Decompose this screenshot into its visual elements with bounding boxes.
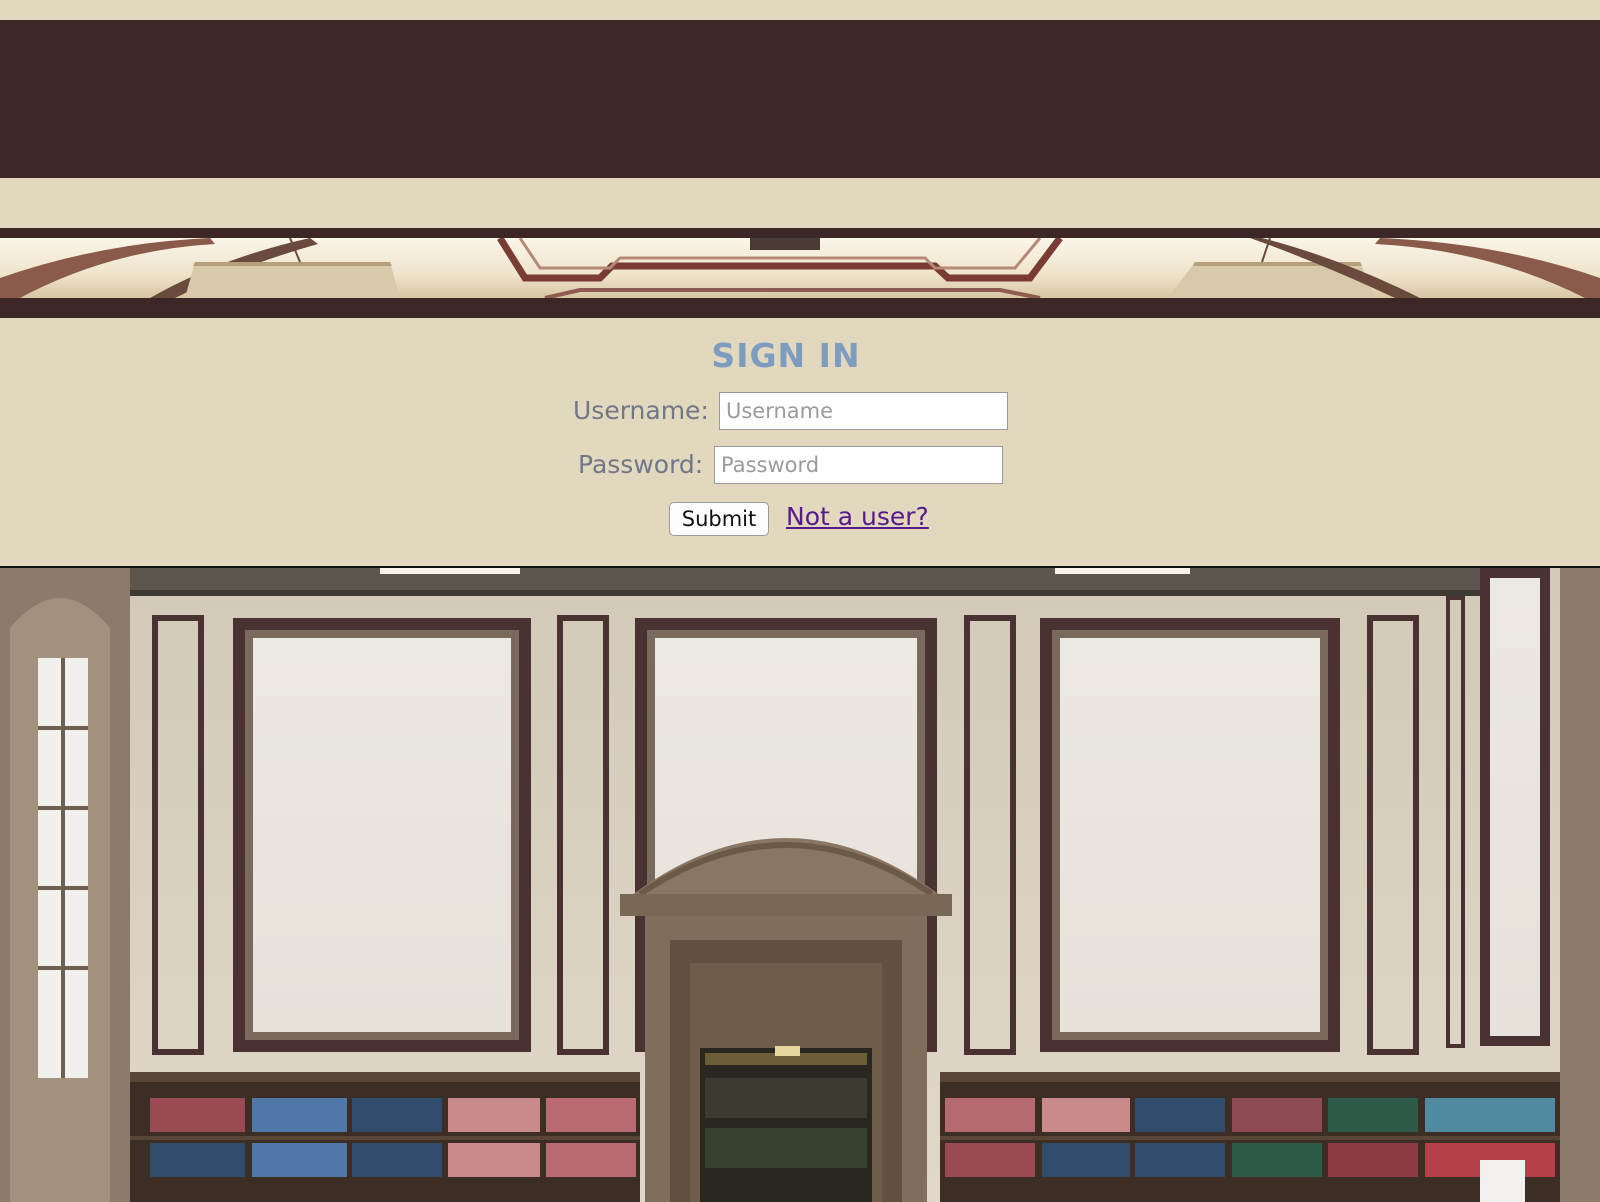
library-room-image — [0, 566, 1600, 1202]
password-label: Password: — [578, 450, 704, 479]
username-input[interactable] — [719, 392, 1008, 430]
signin-panel: SIGN IN Username: Password: Submit Not a… — [0, 318, 1600, 566]
register-link[interactable]: Not a user? — [786, 502, 929, 531]
signin-title: SIGN IN — [711, 336, 861, 375]
username-row: Username: — [0, 392, 1600, 432]
header-gap — [0, 178, 1600, 228]
top-strip — [0, 0, 1600, 20]
ceiling-banner — [0, 228, 1600, 318]
ceiling-banner-image — [0, 238, 1600, 298]
password-row: Password: — [0, 446, 1600, 486]
password-input[interactable] — [714, 446, 1003, 484]
header-band — [0, 20, 1600, 178]
username-label: Username: — [573, 396, 709, 425]
submit-button[interactable]: Submit — [669, 502, 769, 536]
